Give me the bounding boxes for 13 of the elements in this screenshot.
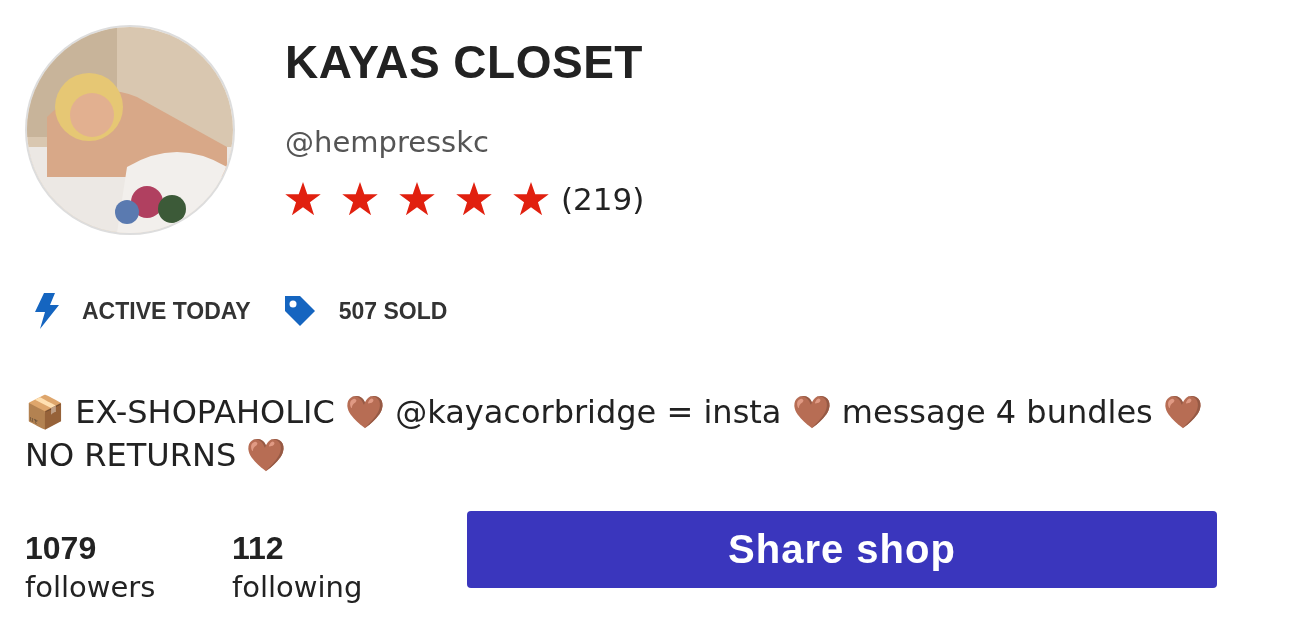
lightning-icon: [34, 293, 60, 329]
stat-count: 112: [232, 529, 285, 567]
shop-name: KAYAS CLOSET: [285, 35, 644, 89]
stat-label[interactable]: followers: [25, 567, 232, 607]
tag-icon: [282, 294, 317, 328]
username: @hempresskc: [285, 125, 490, 159]
share-shop-button[interactable]: Share shop: [467, 511, 1217, 588]
stat-label[interactable]: following: [232, 567, 439, 607]
badge-label: ACTIVE TODAY: [82, 297, 251, 325]
review-count: (219): [561, 181, 645, 217]
stat-count: 1079: [25, 529, 98, 567]
badge-label: 507 SOLD: [338, 297, 448, 325]
shop-bio: 📦 EX-SHOPAHOLIC 🤎 @kayacorbridge = insta 🤎 message 4 bundles 🤎 NO RETURNS 🤎: [25, 392, 1204, 476]
